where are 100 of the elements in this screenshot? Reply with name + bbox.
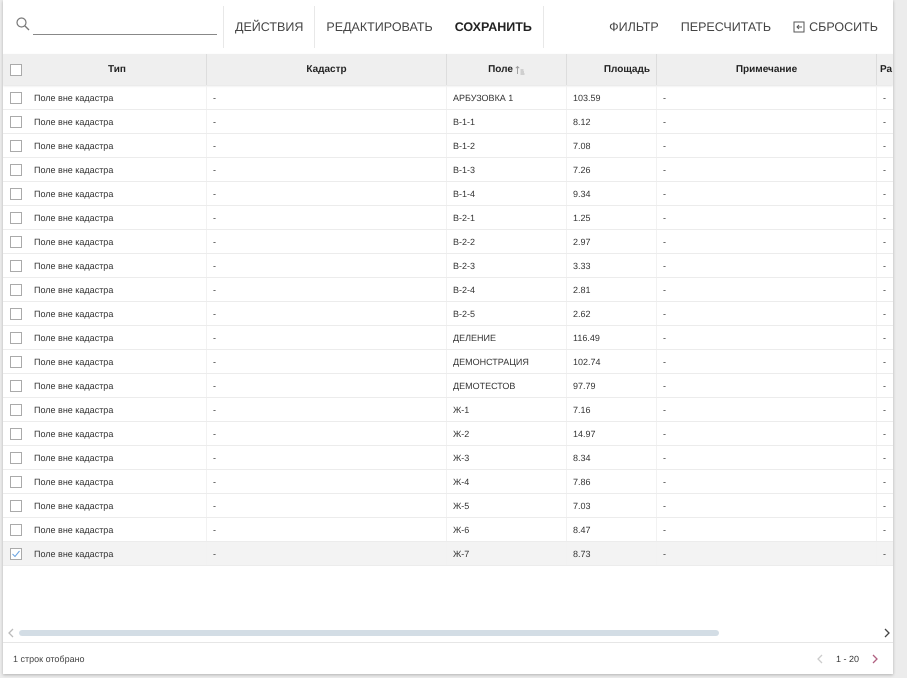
table-cell-text: - xyxy=(882,140,887,152)
row-checkbox[interactable] xyxy=(10,500,22,512)
table-cell-text: - xyxy=(882,380,887,392)
table-cell: - xyxy=(207,374,447,397)
table-cell: В-2-3 xyxy=(447,254,567,277)
table-cell: - xyxy=(207,302,447,325)
table-cell: 1.25 xyxy=(567,206,657,229)
table-cell: - xyxy=(207,278,447,301)
toolbar-button[interactable]: СОХРАНИТЬ xyxy=(444,0,543,54)
table-cell-text: - xyxy=(882,188,887,200)
row-checkbox[interactable] xyxy=(10,140,22,152)
table-cell: - xyxy=(657,470,877,493)
toolbar-button[interactable]: РЕДАКТИРОВАТЬ xyxy=(315,0,444,54)
table-cell: - xyxy=(657,494,877,517)
row-checkbox[interactable] xyxy=(10,380,22,392)
table-cell: Поле вне кадастра xyxy=(28,350,207,373)
table-cell: Поле вне кадастра xyxy=(28,182,207,205)
row-checkbox[interactable] xyxy=(10,188,22,200)
table-cell: - xyxy=(657,158,877,181)
table-cell: Поле вне кадастра xyxy=(28,86,207,109)
table-cell: ДЕМОНСТРАЦИЯ xyxy=(447,350,567,373)
table-cell: Поле вне кадастра xyxy=(28,542,207,565)
table-cell: Поле вне кадастра xyxy=(28,278,207,301)
row-checkbox[interactable] xyxy=(10,476,22,488)
table-cell: - xyxy=(657,542,877,565)
row-checkbox[interactable] xyxy=(10,116,22,128)
table-cell: - xyxy=(657,230,877,253)
column-header[interactable]: Примечание xyxy=(657,54,877,85)
table-cell: - xyxy=(207,350,447,373)
select-all-checkbox[interactable] xyxy=(10,64,22,76)
table-cell: Ж-3 xyxy=(447,446,567,469)
table-cell: 8.34 xyxy=(567,446,657,469)
scroll-right-icon[interactable] xyxy=(883,628,891,638)
table-cell: 14.97 xyxy=(567,422,657,445)
table-cell: В-1-3 xyxy=(447,158,567,181)
toolbar-button[interactable]: СБРОСИТЬ xyxy=(782,0,889,54)
table-cell: - xyxy=(657,302,877,325)
next-page-icon[interactable] xyxy=(871,654,879,664)
column-header[interactable]: Тип xyxy=(28,54,207,85)
table-cell-text: - xyxy=(882,308,887,320)
table-cell: 7.26 xyxy=(567,158,657,181)
table-cell: 2.81 xyxy=(567,278,657,301)
row-checkbox[interactable] xyxy=(10,212,22,224)
table-cell: - xyxy=(657,326,877,349)
table-cell: - xyxy=(657,110,877,133)
table-cell: 3.33 xyxy=(567,254,657,277)
table-cell: - xyxy=(657,374,877,397)
table-cell: Ж-1 xyxy=(447,398,567,421)
column-header[interactable]: Ра xyxy=(877,54,893,85)
table-cell: Ж-7 xyxy=(447,542,567,565)
row-checkbox[interactable] xyxy=(10,356,22,368)
table-cell-text: - xyxy=(882,404,887,416)
row-checkbox[interactable] xyxy=(10,236,22,248)
toolbar-button[interactable]: ФИЛЬТР xyxy=(598,0,670,54)
toolbar-button[interactable]: ДЕЙСТВИЯ xyxy=(224,0,314,54)
row-checkbox[interactable] xyxy=(10,428,22,440)
table-cell-text: - xyxy=(882,92,887,104)
table-cell: - xyxy=(207,494,447,517)
row-checkbox[interactable] xyxy=(10,548,22,560)
table-cell: - xyxy=(207,86,447,109)
table-cell: - xyxy=(207,206,447,229)
table-cell-text: - xyxy=(882,524,887,536)
column-header[interactable]: Поле xyxy=(447,54,567,85)
scroll-left-icon[interactable] xyxy=(7,628,15,638)
table-cell: - xyxy=(657,446,877,469)
row-checkbox[interactable] xyxy=(10,332,22,344)
table-cell: Поле вне кадастра xyxy=(28,230,207,253)
table-cell: - xyxy=(207,158,447,181)
scrollbar-thumb[interactable] xyxy=(19,630,719,636)
row-checkbox[interactable] xyxy=(10,260,22,272)
table-cell: 103.59 xyxy=(567,86,657,109)
table-cell-text: - xyxy=(882,548,887,560)
reset-icon xyxy=(793,21,806,33)
table-cell: 7.08 xyxy=(567,134,657,157)
row-checkbox[interactable] xyxy=(10,404,22,416)
table-cell-text: - xyxy=(882,284,887,296)
table-cell: Поле вне кадастра xyxy=(28,110,207,133)
table-cell: В-1-1 xyxy=(447,110,567,133)
table-cell: - xyxy=(207,230,447,253)
table-cell: Поле вне кадастра xyxy=(28,470,207,493)
table-cell: - xyxy=(207,470,447,493)
table-cell: Ж-6 xyxy=(447,518,567,541)
table-cell: Поле вне кадастра xyxy=(28,326,207,349)
column-header[interactable]: Кадастр xyxy=(207,54,447,85)
row-checkbox[interactable] xyxy=(10,452,22,464)
table-cell: Ж-2 xyxy=(447,422,567,445)
row-checkbox[interactable] xyxy=(10,524,22,536)
table-cell: - xyxy=(657,86,877,109)
table-cell: - xyxy=(657,398,877,421)
row-checkbox[interactable] xyxy=(10,164,22,176)
table-cell: - xyxy=(207,182,447,205)
toolbar-button[interactable]: ПЕРЕСЧИТАТЬ xyxy=(670,0,782,54)
table-cell: ДЕМОТЕСТОВ xyxy=(447,374,567,397)
table-cell: - xyxy=(207,326,447,349)
table-cell: 8.12 xyxy=(567,110,657,133)
table-cell: Поле вне кадастра xyxy=(28,422,207,445)
column-header[interactable]: Площадь xyxy=(567,54,657,85)
row-checkbox[interactable] xyxy=(10,308,22,320)
row-checkbox[interactable] xyxy=(10,284,22,296)
row-checkbox[interactable] xyxy=(10,92,22,104)
